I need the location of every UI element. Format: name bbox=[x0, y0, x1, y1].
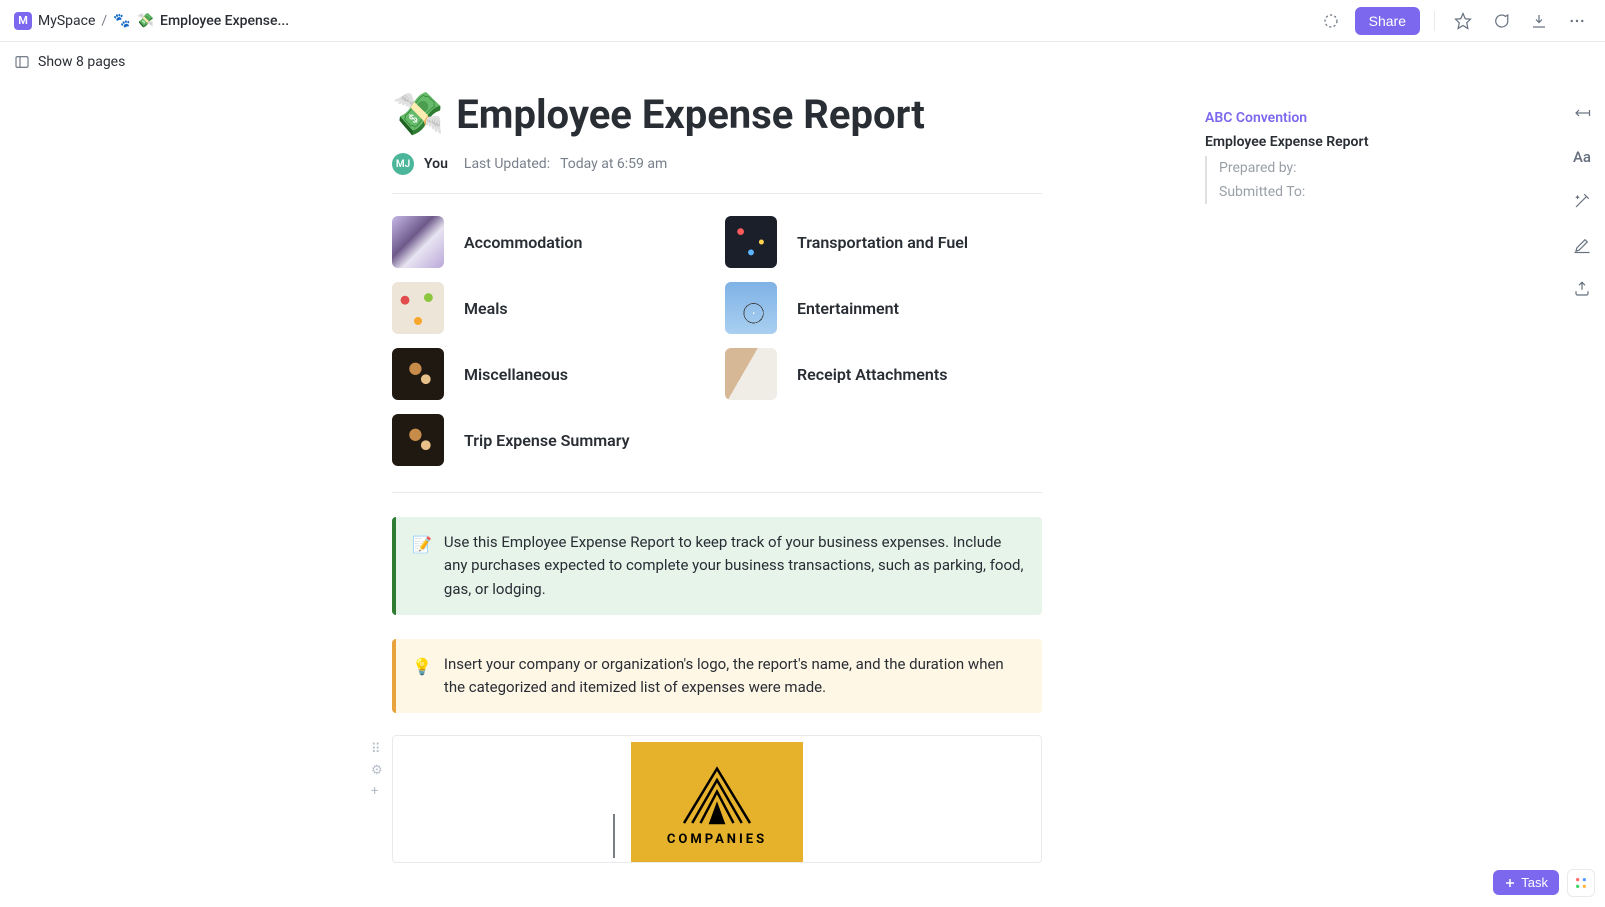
category-meals[interactable]: Meals bbox=[392, 282, 709, 334]
task-button-label: Task bbox=[1521, 875, 1548, 890]
divider bbox=[1434, 11, 1435, 31]
category-thumb bbox=[725, 282, 777, 334]
gear-icon[interactable]: ⚙ bbox=[371, 763, 383, 778]
category-thumb bbox=[392, 216, 444, 268]
collapse-icon[interactable] bbox=[1569, 100, 1595, 126]
breadcrumb-page[interactable]: Employee Expense... bbox=[160, 13, 289, 29]
breadcrumb-sep: / bbox=[101, 13, 107, 29]
workspace-icon[interactable]: M bbox=[14, 12, 32, 30]
export-icon[interactable] bbox=[1569, 276, 1595, 302]
breadcrumb-folder-emoji[interactable]: 🐾 bbox=[113, 13, 130, 29]
logo-text: COMPANIES bbox=[667, 832, 767, 847]
avatar[interactable]: MJ bbox=[392, 153, 414, 175]
page-emoji[interactable]: 💸 bbox=[392, 90, 444, 139]
category-trip-summary[interactable]: Trip Expense Summary bbox=[392, 414, 709, 466]
new-task-button[interactable]: Task bbox=[1493, 870, 1559, 895]
updated-label: Last Updated: bbox=[464, 156, 550, 172]
topbar-actions: Share bbox=[1317, 7, 1591, 35]
category-label: Miscellaneous bbox=[464, 365, 568, 384]
breadcrumb-page-emoji: 💸 bbox=[137, 13, 154, 29]
category-label: Entertainment bbox=[797, 299, 899, 318]
text-cursor bbox=[613, 814, 615, 858]
edit-icon[interactable] bbox=[1569, 232, 1595, 258]
bulb-icon: 💡 bbox=[412, 655, 432, 700]
more-icon[interactable] bbox=[1563, 7, 1591, 35]
breadcrumb-space[interactable]: MySpace bbox=[38, 13, 95, 29]
document-body: 💸 Employee Expense Report MJ You Last Up… bbox=[392, 82, 1042, 903]
category-transportation[interactable]: Transportation and Fuel bbox=[725, 216, 1042, 268]
category-thumb bbox=[392, 348, 444, 400]
loading-icon[interactable] bbox=[1317, 7, 1345, 35]
category-label: Accommodation bbox=[464, 233, 582, 252]
memo-icon: 📝 bbox=[412, 533, 432, 601]
page-title-row: 💸 Employee Expense Report bbox=[392, 90, 1042, 139]
plus-icon[interactable]: + bbox=[371, 784, 383, 799]
category-grid: Accommodation Transportation and Fuel Me… bbox=[392, 216, 1042, 493]
outline-item-root[interactable]: ABC Convention bbox=[1205, 106, 1455, 130]
callout-tip[interactable]: 💡 Insert your company or organization's … bbox=[392, 639, 1042, 714]
meta-row: MJ You Last Updated: Today at 6:59 am bbox=[392, 153, 1042, 194]
share-button[interactable]: Share bbox=[1355, 7, 1420, 35]
download-icon[interactable] bbox=[1525, 7, 1553, 35]
company-logo: COMPANIES bbox=[631, 742, 803, 862]
page-outline: ABC Convention Employee Expense Report P… bbox=[1205, 106, 1455, 204]
category-label: Transportation and Fuel bbox=[797, 233, 968, 252]
category-label: Meals bbox=[464, 299, 508, 318]
updated-value: Today at 6:59 am bbox=[560, 156, 667, 172]
block-handles: ⠿ ⚙ + bbox=[371, 742, 383, 799]
star-icon[interactable] bbox=[1449, 7, 1477, 35]
category-entertainment[interactable]: Entertainment bbox=[725, 282, 1042, 334]
callout-text: Use this Employee Expense Report to keep… bbox=[444, 531, 1026, 601]
show-pages-label: Show 8 pages bbox=[38, 54, 125, 70]
callout-text: Insert your company or organization's lo… bbox=[444, 653, 1026, 700]
ai-wand-icon[interactable] bbox=[1569, 188, 1595, 214]
side-toolbar: Aa bbox=[1569, 100, 1595, 302]
category-receipts[interactable]: Receipt Attachments bbox=[725, 348, 1042, 400]
outline-item-current[interactable]: Employee Expense Report bbox=[1205, 130, 1455, 154]
outline-item-sub[interactable]: Submitted To: bbox=[1219, 180, 1455, 204]
author-name[interactable]: You bbox=[424, 156, 448, 172]
callout-info[interactable]: 📝 Use this Employee Expense Report to ke… bbox=[392, 517, 1042, 615]
font-size-button[interactable]: Aa bbox=[1569, 144, 1595, 170]
apps-button[interactable] bbox=[1567, 869, 1595, 897]
show-pages-toggle[interactable]: Show 8 pages bbox=[0, 42, 1605, 82]
comment-icon[interactable] bbox=[1487, 7, 1515, 35]
category-thumb bbox=[725, 348, 777, 400]
drag-handle-icon[interactable]: ⠿ bbox=[371, 742, 383, 757]
category-thumb bbox=[725, 216, 777, 268]
logo-block[interactable]: ⠿ ⚙ + COMPANIES bbox=[392, 735, 1042, 863]
outline-item-sub[interactable]: Prepared by: bbox=[1219, 156, 1455, 180]
breadcrumb: M MySpace / 🐾 💸 Employee Expense... bbox=[14, 12, 289, 30]
page-title[interactable]: Employee Expense Report bbox=[456, 91, 924, 138]
category-accommodation[interactable]: Accommodation bbox=[392, 216, 709, 268]
category-thumb bbox=[392, 282, 444, 334]
category-label: Trip Expense Summary bbox=[464, 431, 630, 450]
category-thumb bbox=[392, 414, 444, 466]
category-label: Receipt Attachments bbox=[797, 365, 947, 384]
category-miscellaneous[interactable]: Miscellaneous bbox=[392, 348, 709, 400]
top-bar: M MySpace / 🐾 💸 Employee Expense... Shar… bbox=[0, 0, 1605, 42]
